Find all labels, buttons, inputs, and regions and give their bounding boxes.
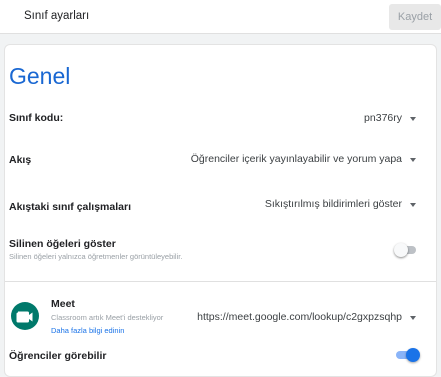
show-deleted-sublabel: Silinen öğeleri yalnızca öğretmenler gör… [9,252,183,261]
toggle-knob [406,348,420,362]
class-code-value[interactable]: pn376ry [364,112,402,124]
meet-link-select[interactable]: https://meet.google.com/lookup/c2gxpzsqh… [197,311,402,323]
chevron-down-icon[interactable] [410,203,416,207]
students-visible-label: Öğrenciler görebilir [9,350,107,362]
meet-icon [11,302,39,330]
section-heading: Genel [9,63,71,89]
classwork-on-stream-select[interactable]: Sıkıştırılmış bildirimleri göster [265,198,402,210]
general-settings-card: Genel Sınıf kodu: pn376ry Akış Öğrencile… [4,44,437,377]
top-bar: Sınıf ayarları Kaydet [0,0,441,34]
show-deleted-toggle[interactable] [394,243,418,257]
stream-permission-select[interactable]: Öğrenciler içerik yayınlayabilir ve yoru… [191,153,402,165]
students-visible-toggle[interactable] [394,348,420,362]
page-title: Sınıf ayarları [24,10,90,22]
classwork-on-stream-label: Akıştaki sınıf çalışmaları [9,201,131,213]
save-button[interactable]: Kaydet [389,4,441,30]
class-code-label: Sınıf kodu: [9,112,64,124]
chevron-down-icon[interactable] [410,117,416,121]
chevron-down-icon[interactable] [410,316,416,320]
toggle-knob [394,243,408,257]
meet-title: Meet [51,298,75,310]
show-deleted-label: Silinen öğeleri göster [9,238,116,250]
meet-description: Classroom artık Meet'i destekliyor [51,313,164,322]
learn-more-link[interactable]: Daha fazla bilgi edinin [51,326,124,335]
chevron-down-icon[interactable] [410,158,416,162]
stream-label: Akış [9,154,32,166]
divider [5,281,436,282]
